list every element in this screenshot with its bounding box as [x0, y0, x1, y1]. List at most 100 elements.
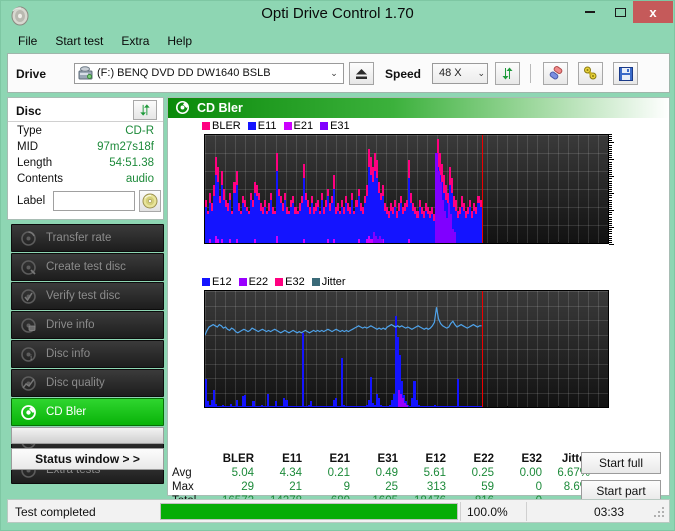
start-part-label: Start part	[596, 484, 646, 498]
speed-ruler-tick	[609, 178, 612, 180]
stats-cell: 0.25	[471, 467, 494, 479]
legend-label: E31	[330, 120, 350, 132]
chevron-down-icon[interactable]: ⌄	[325, 64, 343, 83]
erase-button[interactable]	[543, 62, 568, 85]
disc-label-input[interactable]	[53, 191, 135, 211]
client-area: Drive (F:) BENQ DVD DD DW1640 BSLB ⌄ Spe…	[7, 53, 670, 507]
chart-bar	[253, 239, 256, 243]
legend-entry: BLER	[202, 120, 241, 132]
menu-item-file[interactable]: File	[9, 32, 46, 50]
y2-axis-tick	[608, 314, 609, 315]
app-window: Opti Drive Control 1.70 x File Start tes…	[0, 0, 675, 531]
minimize-button[interactable]	[575, 1, 605, 23]
speed-ruler-tick	[609, 214, 612, 216]
gridline	[205, 171, 608, 172]
drive-select[interactable]: (F:) BENQ DVD DD DW1640 BSLB ⌄	[74, 63, 344, 84]
y-axis-tick	[204, 171, 205, 172]
disc-key-mid: MID	[17, 141, 39, 153]
speed-ruler-tick	[609, 216, 612, 218]
legend-swatch-icon	[320, 122, 329, 130]
disc-label-button[interactable]	[139, 190, 161, 212]
eject-button[interactable]	[349, 62, 374, 85]
save-button[interactable]	[613, 62, 638, 85]
stats-cell: 0.00	[519, 467, 542, 479]
sidebar-item-transfer-rate[interactable]: Transfer rate	[11, 224, 164, 252]
title-bar: Opti Drive Control 1.70 x	[1, 1, 674, 30]
status-window-button[interactable]: Status window > >	[11, 448, 164, 470]
sidebar-label: CD Bler	[46, 406, 87, 418]
stats-cell: 5.04	[231, 467, 254, 479]
status-divider	[526, 502, 527, 521]
speed-ruler-tick	[609, 231, 612, 233]
chart-bar	[357, 239, 360, 243]
disc-row-type: Type CD-R	[8, 125, 163, 141]
disc-quality-icon	[20, 375, 37, 392]
drive-value: (F:) BENQ DVD DD DW1640 BSLB	[97, 67, 271, 79]
speed-ruler-tick	[609, 136, 612, 138]
chart-bar	[209, 239, 212, 243]
bitsetting-button[interactable]	[578, 62, 603, 85]
start-full-button[interactable]: Start full	[581, 452, 661, 474]
sidebar-item-disc-info[interactable]: i Disc info	[11, 340, 164, 368]
chart-bar	[217, 239, 220, 243]
speed-ruler-tick	[609, 227, 614, 229]
speed-ruler-tick	[609, 153, 612, 155]
gridline	[205, 135, 608, 136]
resize-grip[interactable]	[654, 507, 666, 519]
elapsed-time: 03:33	[594, 505, 625, 519]
sidebar-item-verify-test-disc[interactable]: Verify test disc	[11, 282, 164, 310]
speed-ruler-tick	[609, 218, 612, 220]
speed-ruler-tick	[609, 222, 612, 224]
disc-row-contents: Contents audio	[8, 173, 163, 189]
speed-ruler-tick	[609, 195, 612, 197]
sidebar-item-create-test-disc[interactable]: Create test disc	[11, 253, 164, 281]
create-test-disc-icon	[20, 259, 37, 276]
disc-key-length: Length	[17, 157, 53, 169]
speed-ruler-tick	[609, 146, 612, 148]
disc-panel-header: Disc	[8, 98, 163, 122]
speed-ruler-tick	[609, 167, 612, 169]
menu-bar: File Start test Extra Help	[9, 31, 666, 51]
chart-bar	[333, 239, 336, 243]
x-axis-tick	[557, 242, 559, 243]
status-bar: Test completed 100.0% 03:33	[7, 499, 670, 523]
start-full-label: Start full	[598, 456, 643, 470]
chart1-plot: 5101520253001020304050607080 min8 X16 X2…	[204, 134, 609, 244]
speed-select[interactable]: 48 X ⌄	[432, 63, 488, 84]
menu-item-start-test[interactable]: Start test	[46, 32, 112, 50]
speed-ruler-tick	[609, 186, 612, 188]
chart-bar	[235, 239, 238, 243]
sidebar-item-disc-quality[interactable]: Disc quality	[11, 369, 164, 397]
cd-bler-icon	[20, 404, 37, 421]
sidebar-label: Transfer rate	[46, 232, 112, 244]
disc-row-length: Length 54:51.38	[8, 157, 163, 173]
legend-entry: Jitter	[311, 276, 346, 288]
disc-row-mid: MID 97m27s18f	[8, 141, 163, 157]
legend-label: BLER	[212, 120, 241, 132]
panel-header: CD Bler	[168, 98, 669, 118]
disc-refresh-button[interactable]	[133, 100, 157, 120]
speed-ruler-tick	[609, 148, 612, 150]
panel-title: CD Bler	[197, 101, 243, 115]
progress-bar	[160, 503, 458, 520]
refresh-button[interactable]	[495, 62, 520, 85]
chart2-plot: 5010015020025030035040001020304050607080…	[204, 290, 609, 408]
menu-item-extra[interactable]: Extra	[112, 32, 158, 50]
sidebar-item-drive-info[interactable]: Drive info	[11, 311, 164, 339]
disc-key-type: Type	[17, 125, 42, 137]
speed-ruler-tick	[609, 191, 612, 193]
stats-table: BLER E11 E21 E31 E12 E22 E32 Jitter Avg 5.04 4.34 0…	[168, 452, 669, 507]
chart-bar	[327, 239, 330, 243]
legend-label: E32	[285, 276, 305, 288]
maximize-button[interactable]	[605, 1, 635, 23]
speed-ruler-tick	[609, 244, 614, 245]
menu-item-help[interactable]: Help	[158, 32, 201, 50]
speed-ruler-tick	[609, 237, 612, 239]
legend-label: E21	[293, 120, 314, 132]
chevron-down-icon[interactable]: ⌄	[477, 68, 485, 79]
sidebar-item-cd-bler[interactable]: CD Bler	[11, 398, 164, 426]
sidebar-label: Drive info	[46, 319, 95, 331]
verify-test-disc-icon	[20, 288, 37, 305]
gridline	[205, 189, 608, 190]
close-button[interactable]: x	[633, 1, 673, 23]
